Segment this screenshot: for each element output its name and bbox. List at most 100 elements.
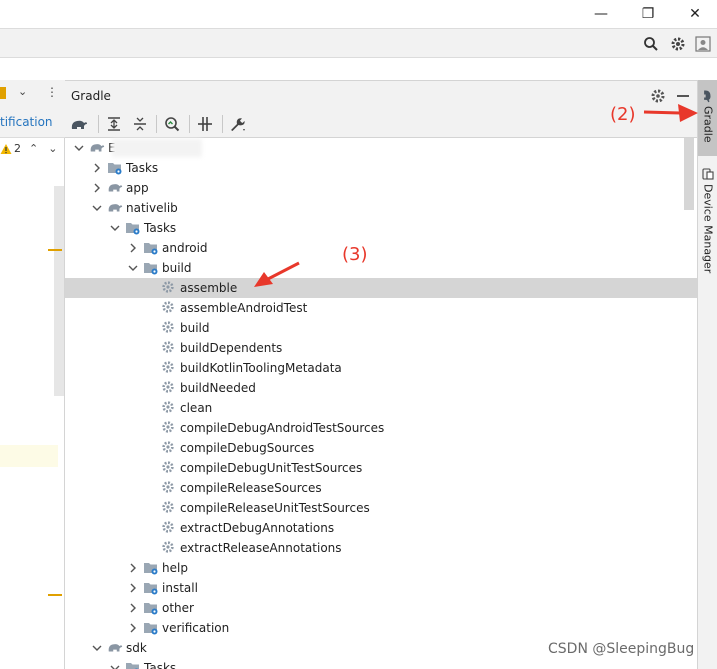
- tree-task-item[interactable]: extractReleaseAnnotations: [65, 538, 697, 558]
- tree-task-item[interactable]: compileDebugAndroidTestSources: [65, 418, 697, 438]
- gradle-elephant-icon: [89, 140, 105, 156]
- settings-gear-icon[interactable]: [669, 35, 687, 53]
- minimize-button[interactable]: —: [590, 4, 612, 24]
- tree-item-label: buildNeeded: [180, 381, 256, 395]
- gradle-elephant-icon: [107, 640, 123, 656]
- chevron-down-icon[interactable]: ⌄: [48, 142, 57, 155]
- tree-task-item[interactable]: compileReleaseUnitTestSources: [65, 498, 697, 518]
- tree-node[interactable]: app: [65, 178, 697, 198]
- tree-task-item[interactable]: compileDebugSources: [65, 438, 697, 458]
- close-button[interactable]: ✕: [684, 4, 706, 24]
- tree-task-item[interactable]: buildDependents: [65, 338, 697, 358]
- tree-node[interactable]: nativelib: [65, 198, 697, 218]
- tree-task-item[interactable]: buildKotlinToolingMetadata: [65, 358, 697, 378]
- minimize-panel-icon[interactable]: [677, 95, 689, 97]
- tree-item-label: buildDependents: [180, 341, 283, 355]
- chevron-down-icon[interactable]: [91, 642, 103, 654]
- chevron-right-icon[interactable]: [91, 162, 103, 174]
- tree-item-label: build: [180, 321, 210, 335]
- left-panel-tab-edge: [0, 87, 6, 99]
- tree-item-label: app: [126, 181, 149, 195]
- tree-item-label: Tasks: [144, 221, 177, 235]
- folder-gear-icon: [107, 160, 123, 176]
- account-icon[interactable]: [694, 35, 712, 53]
- gradle-elephant-icon: [107, 180, 123, 196]
- chevron-down-icon[interactable]: [109, 222, 121, 234]
- expand-all-icon[interactable]: [105, 115, 123, 133]
- tree-task-item[interactable]: assembleAndroidTest: [65, 298, 697, 318]
- chevron-down-icon[interactable]: [109, 662, 121, 669]
- gear-icon: [161, 340, 177, 356]
- tree-node[interactable]: help: [65, 558, 697, 578]
- gradle-elephant-icon[interactable]: [70, 115, 88, 133]
- tree-item-label: compileDebugAndroidTestSources: [180, 421, 385, 435]
- analyze-dependencies-icon[interactable]: [163, 115, 181, 133]
- annotation-step-2: (2): [610, 104, 636, 125]
- warning-icon: [0, 143, 12, 154]
- tree-node[interactable]: build: [65, 258, 697, 278]
- left-scrollbar[interactable]: [54, 186, 64, 396]
- gear-icon: [161, 400, 177, 416]
- chevron-up-icon[interactable]: ⌃: [29, 142, 38, 155]
- chevron-down-icon[interactable]: [127, 262, 139, 274]
- chevron-right-icon[interactable]: [127, 562, 139, 574]
- gear-icon: [161, 480, 177, 496]
- right-tool-strip: Gradle Device Manager: [697, 80, 717, 669]
- search-icon[interactable]: [642, 35, 660, 53]
- tree-node[interactable]: Tasks: [65, 158, 697, 178]
- tree-item-label: verification: [162, 621, 230, 635]
- gear-icon: [161, 500, 177, 516]
- chevron-down-icon[interactable]: [91, 202, 103, 214]
- chevron-down-icon[interactable]: ⌄: [18, 85, 27, 98]
- restore-button[interactable]: ❐: [637, 4, 659, 24]
- gear-icon: [161, 460, 177, 476]
- gradle-elephant-icon: [107, 200, 123, 216]
- chevron-right-icon[interactable]: [127, 602, 139, 614]
- tree-node[interactable]: Tasks: [65, 218, 697, 238]
- folder-gear-icon: [143, 600, 159, 616]
- gear-icon: [161, 300, 177, 316]
- change-marker: [48, 249, 62, 251]
- tree-task-item[interactable]: extractDebugAnnotations: [65, 518, 697, 538]
- tree-node[interactable]: install: [65, 578, 697, 598]
- tree-node[interactable]: other: [65, 598, 697, 618]
- tree-task-item[interactable]: buildNeeded: [65, 378, 697, 398]
- warning-counter[interactable]: 2 ⌃ ⌄: [0, 142, 57, 155]
- tree-item-label: extractDebugAnnotations: [180, 521, 335, 535]
- chevron-right-icon[interactable]: [127, 582, 139, 594]
- folder-gear-icon: [143, 620, 159, 636]
- chevron-right-icon[interactable]: [91, 182, 103, 194]
- tree-item-label: nativelib: [126, 201, 178, 215]
- more-options-icon[interactable]: ⋮: [46, 85, 58, 99]
- annotation-arrow-3: [254, 261, 300, 287]
- tree-node[interactable]: android: [65, 238, 697, 258]
- tree-task-item[interactable]: compileDebugUnitTestSources: [65, 458, 697, 478]
- collapse-all-icon[interactable]: [131, 115, 149, 133]
- gradle-tree-scrollbar[interactable]: [684, 138, 694, 210]
- device-manager-icon: [702, 168, 714, 180]
- tree-task-item[interactable]: compileReleaseSources: [65, 478, 697, 498]
- toggle-offline-mode-icon[interactable]: [196, 115, 214, 133]
- tree-node[interactable]: verification: [65, 618, 697, 638]
- tree-item-label: extractReleaseAnnotations: [180, 541, 342, 555]
- chevron-down-icon[interactable]: [73, 142, 85, 154]
- tree-task-item[interactable]: build: [65, 318, 697, 338]
- folder-gear-icon: [143, 580, 159, 596]
- tree-item-label: install: [162, 581, 198, 595]
- tree-item-label: compileDebugUnitTestSources: [180, 461, 363, 475]
- tree-item-label: assembleAndroidTest: [180, 301, 308, 315]
- notification-link[interactable]: tification: [0, 115, 53, 129]
- gear-icon: [161, 440, 177, 456]
- chevron-right-icon[interactable]: [127, 242, 139, 254]
- tree-node[interactable]: Tasks: [65, 658, 697, 669]
- build-settings-wrench-icon[interactable]: [229, 115, 247, 133]
- gradle-task-tree: E oreTasksappnativelibTasksandroidbuilda…: [65, 138, 697, 669]
- tree-item-label: clean: [180, 401, 213, 415]
- folder-gear-icon: [143, 260, 159, 276]
- tab-device-manager[interactable]: Device Manager: [698, 164, 717, 274]
- tree-task-item[interactable]: clean: [65, 398, 697, 418]
- chevron-right-icon[interactable]: [127, 622, 139, 634]
- tree-task-item[interactable]: assemble: [65, 278, 697, 298]
- window-title-bar: — ❐ ✕: [0, 0, 717, 28]
- gradle-toolbar: [65, 110, 697, 138]
